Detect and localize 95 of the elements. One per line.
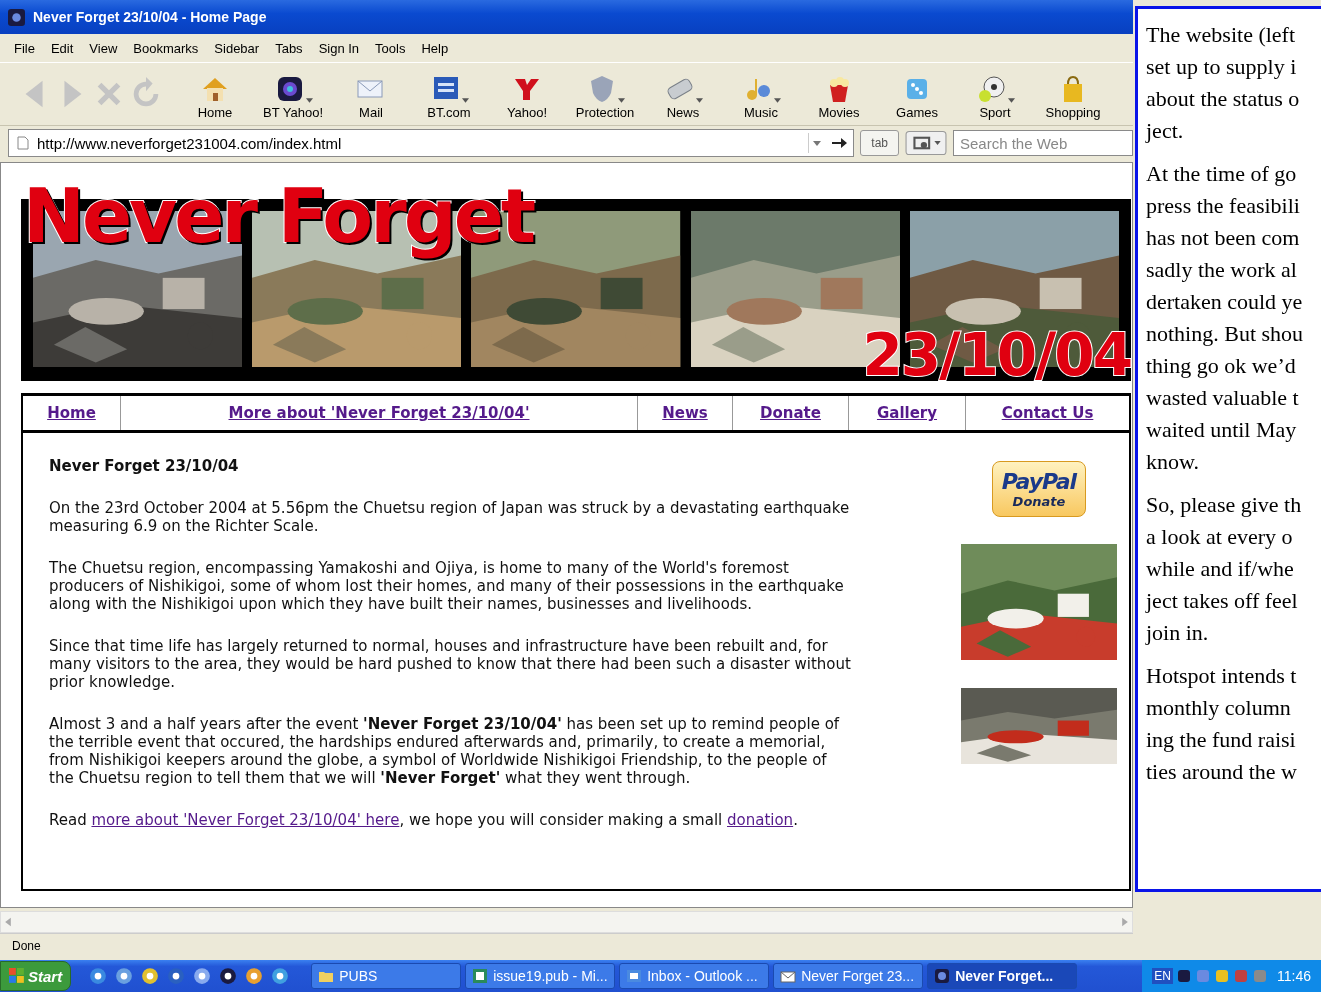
windows-flag-icon <box>9 968 25 984</box>
search-field[interactable]: Search the Web <box>953 130 1133 156</box>
caret-icon <box>461 97 469 103</box>
taskbar-button[interactable]: issue19.pub - Mi... <box>465 963 616 989</box>
tray-icon[interactable] <box>1176 968 1192 984</box>
nav-link[interactable]: Gallery <box>876 404 938 422</box>
taskbar-button[interactable]: PUBS <box>311 963 462 989</box>
text-line: join in. <box>1146 619 1210 647</box>
quick-launch-icon[interactable] <box>89 967 108 985</box>
text-link[interactable]: more about 'Never Forget 23/10/04' here <box>91 811 400 829</box>
caret-icon <box>695 97 703 103</box>
text-line: So, please give th <box>1146 491 1303 519</box>
text-line: ject. <box>1146 117 1185 145</box>
toolbar-button[interactable]: Shopping <box>1034 68 1112 120</box>
text-line: has not been com <box>1146 224 1301 252</box>
paragraph: Almost 3 and a half years after the event 'Never Forget 23/10/04' has been set up to remind people of the terrible event that occured, the hardships endured afterwards and, primarily, to create a memorial, from Nishikigoi keepers around the globe, a symbol of Worldwide Nishikigoi Friendship, to the people of the Chuetsu region to tell them that we will 'Never Forget' what they went through. <box>49 715 841 787</box>
tab-button[interactable]: tab <box>860 130 899 156</box>
window-title: Never Forget 23/10/04 - Home Page <box>33 9 267 25</box>
nav-link[interactable]: News <box>662 404 708 422</box>
text-line: Hotspot intends t <box>1146 662 1298 690</box>
text-line: set up to supply i <box>1146 53 1298 81</box>
paragraph: Since that time life has largely returned to normal, houses and infrastructure have been rebuilt and, for many visitors to the area, they would be hard pushed to know that there had been such a disaster without prior knowledge. <box>49 637 852 691</box>
text-line: ties around the w <box>1146 758 1298 786</box>
toolbar-button[interactable]: Mail <box>332 68 410 120</box>
caret-icon <box>305 97 313 103</box>
clock: 11:46 <box>1277 968 1311 984</box>
toolbar-button[interactable]: Sport <box>956 68 1034 120</box>
nav-link[interactable]: Contact Us <box>1001 404 1094 422</box>
start-button[interactable]: Start <box>0 961 72 991</box>
app-icon <box>626 968 643 984</box>
toolbar-button[interactable]: Protection <box>566 68 644 120</box>
paypal-donate-button[interactable]: PayPal Donate <box>992 461 1086 517</box>
nav-link[interactable]: Home <box>47 404 96 422</box>
envelope-icon <box>780 968 797 984</box>
toolbar-button[interactable]: BT.com <box>410 68 488 120</box>
app-icon <box>472 968 489 984</box>
toolbar-button[interactable]: BT Yahoo! <box>254 68 332 120</box>
paragraph: The Chuetsu region, encompassing Yamakoshi and Ojiya, is home to many of the World's foremost producers of Nishikigoi, some of whom lost their homes, and many of their possessions in the earthquake along with the Nishikigoi upon which they have built their names, businesses and livelihoods. <box>49 559 845 613</box>
quick-launch-icon[interactable] <box>167 967 186 985</box>
quick-launch-icon[interactable] <box>141 967 160 985</box>
language-indicator[interactable]: EN <box>1152 968 1173 984</box>
menu-item[interactable]: Bookmarks <box>125 40 207 56</box>
text-line: At the time of go <box>1146 160 1298 188</box>
quick-launch-icon[interactable] <box>193 967 212 985</box>
text-line: while and if/whe <box>1146 555 1295 583</box>
toolbar-button[interactable]: Home <box>176 68 254 120</box>
app-icon <box>934 968 951 984</box>
nav-link[interactable]: More about 'Never Forget 23/10/04' <box>228 404 530 422</box>
toolbar-button[interactable]: Games <box>878 68 956 120</box>
paragraph: Read more about 'Never Forget 23/10/04' here, we hope you will consider making a small donation. <box>49 811 799 829</box>
menu-item[interactable]: Tabs <box>267 40 311 56</box>
page-icon <box>17 136 29 150</box>
text-line: a look at every o <box>1146 523 1294 551</box>
menu-item[interactable]: File <box>6 40 43 56</box>
toolbar-button[interactable]: Yahoo! <box>488 68 566 120</box>
text-line: thing go ok we’d <box>1146 352 1297 380</box>
menu-item[interactable]: Help <box>413 40 457 56</box>
text-line: nothing. But shou <box>1146 320 1305 348</box>
caret-icon <box>773 97 781 103</box>
text-line: monthly column <box>1146 694 1292 722</box>
quick-launch-icon[interactable] <box>115 967 134 985</box>
paragraph: On the 23rd October 2004 at 5.56pm the Chuetsu region of Japan was struck by a devastating earthquake measuring 6.9 on the Richter Scale. <box>49 499 851 535</box>
text-line: ing the fund raisi <box>1146 726 1297 754</box>
text-line: sadly the work al <box>1146 256 1298 284</box>
text-line: ject takes off feel <box>1146 587 1299 615</box>
caret-icon <box>617 97 625 103</box>
toolbar-button[interactable]: Movies <box>800 68 878 120</box>
menu-item[interactable]: Sidebar <box>206 40 268 56</box>
menu-item[interactable]: Sign In <box>310 40 368 56</box>
app-icon <box>8 8 25 26</box>
taskbar-button[interactable]: Never Forget... <box>927 963 1078 989</box>
taskbar-button[interactable]: Never Forget 23... <box>773 963 924 989</box>
address-field[interactable]: http://www.neverforget231004.com/index.html <box>8 129 855 157</box>
text-line: dertaken could ye <box>1146 288 1304 316</box>
text-line: waited until May <box>1146 416 1298 444</box>
menu-item[interactable]: Tools <box>367 40 414 56</box>
text-line: press the feasibili <box>1146 192 1301 220</box>
nav-link[interactable]: Donate <box>760 404 821 422</box>
quick-launch-icon[interactable] <box>271 967 290 985</box>
status-text: Done <box>12 939 41 953</box>
text-line: wasted valuable t <box>1146 384 1300 412</box>
camera-icon[interactable] <box>905 130 947 156</box>
text-line: The website (left <box>1146 21 1297 49</box>
taskbar-button[interactable]: Inbox - Outlook ... <box>619 963 770 989</box>
caret-icon <box>1007 97 1015 103</box>
text-line: know. <box>1146 448 1200 476</box>
page-heading: Never Forget 23/10/04 <box>49 457 240 475</box>
text-line: about the status o <box>1146 85 1301 113</box>
menu-item[interactable]: Edit <box>42 40 82 56</box>
quick-launch-icon[interactable] <box>219 967 238 985</box>
toolbar-button[interactable]: News <box>644 68 722 120</box>
toolbar-button[interactable]: Music <box>722 68 800 120</box>
menu-item[interactable]: View <box>81 40 126 56</box>
quick-launch-icon[interactable] <box>245 967 264 985</box>
text-link[interactable]: donation <box>727 811 794 829</box>
